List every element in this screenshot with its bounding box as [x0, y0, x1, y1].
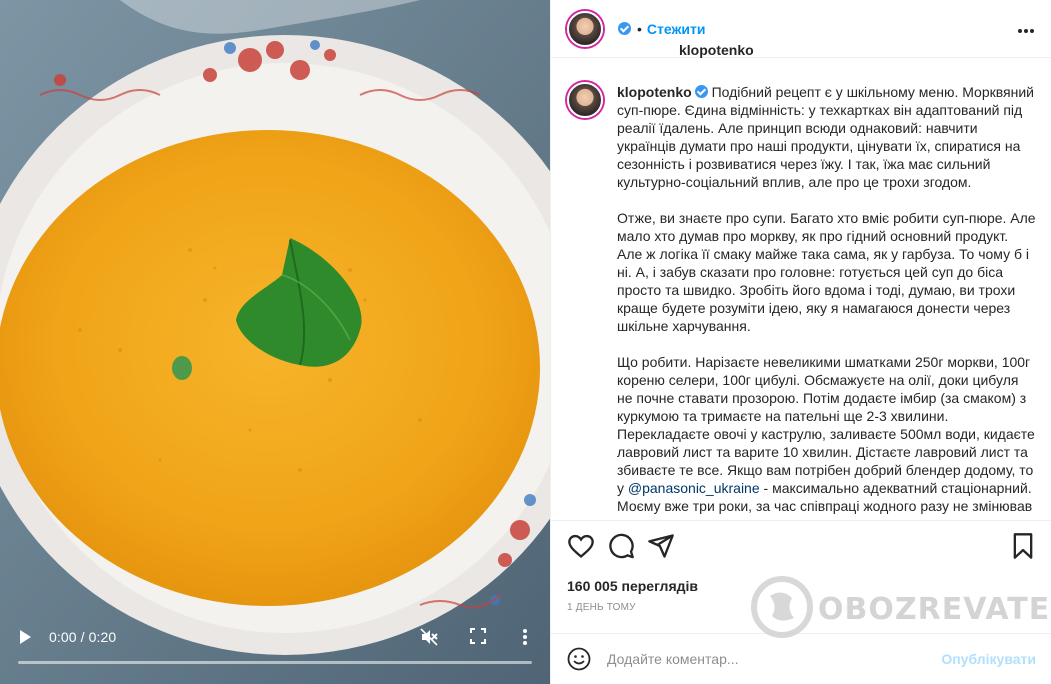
bookmark-icon[interactable]: [1009, 532, 1037, 560]
video-controls: 0:00 / 0:20: [0, 620, 550, 684]
watermark-text: OBOZREVATEL: [818, 592, 1051, 627]
caption-avatar[interactable]: [567, 82, 603, 118]
emoji-icon[interactable]: [567, 647, 591, 671]
video-progress-track[interactable]: [18, 661, 532, 664]
video-time: 0:00 / 0:20: [49, 629, 117, 645]
verified-badge-icon: [618, 22, 631, 35]
caption-p3a: Що робити. Нарізаєте невеликими шматками…: [617, 354, 1035, 496]
follow-button[interactable]: Стежити: [647, 21, 706, 37]
post-sidebar: klopotenko • Стежити klopotenko Подібний р…: [550, 0, 1051, 684]
post-header: klopotenko • Стежити: [551, 0, 1051, 58]
fullscreen-icon[interactable]: [470, 628, 486, 644]
caption-username[interactable]: klopotenko: [617, 84, 692, 100]
caption-area[interactable]: klopotenko Подібний рецепт є у шкільному…: [551, 59, 1051, 521]
video-player[interactable]: 0:00 / 0:20: [0, 0, 550, 684]
caption-text: klopotenko Подібний рецепт є у шкільному…: [617, 83, 1037, 520]
header-username[interactable]: klopotenko: [679, 42, 754, 58]
comment-bar: Опублікувати: [551, 633, 1051, 684]
avatar[interactable]: [567, 11, 603, 47]
share-icon[interactable]: [647, 532, 675, 560]
publish-button[interactable]: Опублікувати: [941, 651, 1036, 667]
more-vert-icon[interactable]: [521, 628, 529, 646]
caption-paragraph-2: Отже, ви знаєте про супи. Багато хто вмі…: [617, 210, 1036, 334]
views-count[interactable]: 160 005 переглядів: [567, 578, 698, 594]
caption-paragraph-3: Що робити. Нарізаєте невеликими шматками…: [617, 353, 1037, 515]
play-icon[interactable]: [16, 628, 34, 646]
soup-bowl-image: [0, 0, 550, 684]
mute-icon[interactable]: [420, 628, 438, 646]
more-options-icon[interactable]: [1016, 20, 1036, 36]
comment-icon[interactable]: [607, 532, 635, 560]
action-bar: [551, 532, 1051, 564]
post-time[interactable]: 1 ДЕНЬ ТОМУ: [567, 602, 636, 613]
header-separator: •: [637, 21, 642, 37]
mention-link[interactable]: @panasonic_ukraine: [628, 480, 760, 496]
caption-paragraph-1: klopotenko Подібний рецепт є у шкільному…: [617, 83, 1037, 191]
header-user-row: klopotenko • Стежити: [615, 21, 754, 58]
verified-badge-icon: [694, 85, 708, 98]
comment-input[interactable]: [607, 649, 947, 669]
heart-icon[interactable]: [567, 532, 595, 560]
